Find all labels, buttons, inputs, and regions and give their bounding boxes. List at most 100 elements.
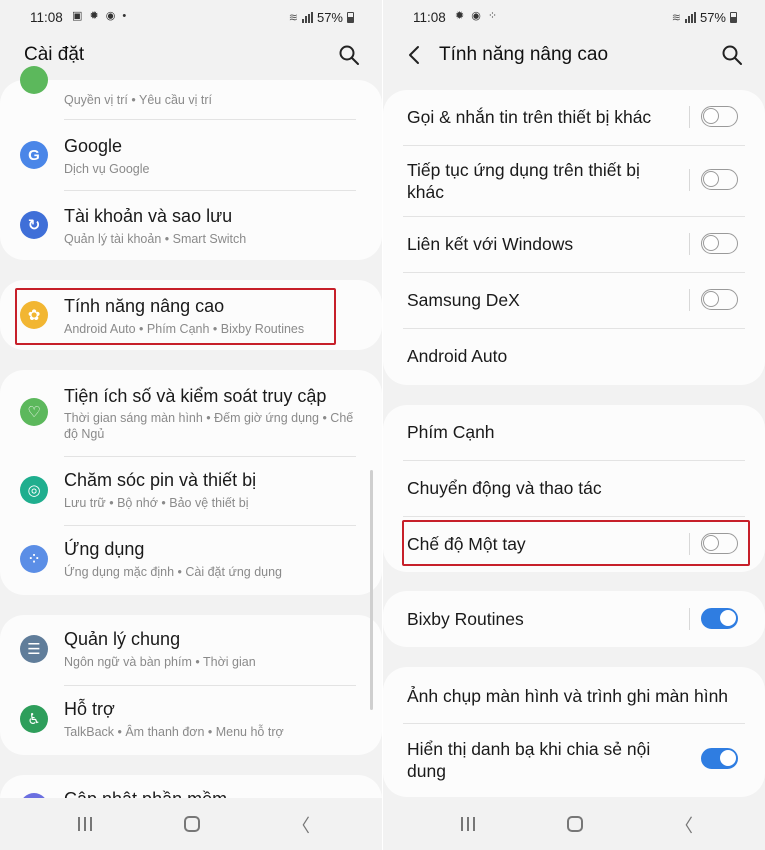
- recent-apps-icon[interactable]: [78, 817, 92, 831]
- wifi-icon: ≋: [288, 12, 298, 24]
- feature-call-text-other-devices[interactable]: Gọi & nhắn tin trên thiết bị khác: [383, 90, 765, 145]
- nav-bar: 〈: [0, 798, 382, 850]
- item-subtitle: Quản lý tài khoản • Smart Switch: [64, 232, 247, 246]
- settings-item-accessibility[interactable]: ♿ Hỗ trợ TalkBack • Âm thanh đơn • Menu …: [0, 685, 382, 755]
- recent-apps-icon[interactable]: [461, 817, 475, 831]
- feature-label: Ảnh chụp màn hình và trình ghi màn hình: [407, 686, 729, 706]
- location-icon: [20, 66, 48, 94]
- feature-label: Liên kết với Windows: [407, 234, 574, 254]
- settings-group-accounts: Quyền vị trí • Yêu cầu vị trí G Google D…: [0, 66, 382, 260]
- item-title: Chăm sóc pin và thiết bị: [64, 470, 257, 490]
- highlight-box: [402, 520, 750, 566]
- settings-group-general: ☰ Quản lý chung Ngôn ngữ và bàn phím • T…: [0, 615, 382, 755]
- back-nav-icon[interactable]: 〈: [292, 812, 310, 838]
- toggle-switch[interactable]: [701, 106, 738, 127]
- home-icon[interactable]: [567, 816, 583, 832]
- page-title: Tính năng nâng cao: [439, 44, 609, 65]
- battery-icon: [730, 12, 737, 23]
- settings-item-digital-wellbeing[interactable]: ♡ Tiện ích số và kiểm soát truy cập Thời…: [0, 370, 382, 456]
- feature-samsung-dex[interactable]: Samsung DeX: [383, 272, 765, 328]
- status-time: 11:08: [413, 10, 446, 25]
- feature-group-bixby: Bixby Routines: [383, 591, 765, 647]
- page-title: Cài đặt: [24, 44, 85, 65]
- toggle-switch[interactable]: [701, 289, 738, 310]
- battery-percent: 57%: [316, 10, 343, 25]
- sync-icon: ↻: [20, 211, 48, 239]
- notification-icons: ✹ ◉ ⁘: [455, 10, 500, 22]
- general-management-icon: ☰: [20, 635, 48, 663]
- item-subtitle: Ứng dụng mặc định • Cài đặt ứng dụng: [64, 565, 283, 579]
- settings-screen: 11:08 ▣ ✹ ◉ • ≋ 57% Cài đặt Quyền vị trí…: [0, 0, 382, 850]
- location-subtitle: Quyền vị trí • Yêu cầu vị trí: [64, 93, 212, 107]
- feature-link-windows[interactable]: Liên kết với Windows: [383, 216, 765, 272]
- advanced-features-screen: 11:08 ✹ ◉ ⁘ ≋ 57% Tính năng nâng cao Gọi…: [383, 0, 765, 850]
- vertical-separator: [689, 289, 690, 311]
- status-right: ≋ 57%: [289, 10, 354, 25]
- feature-android-auto[interactable]: Android Auto: [383, 328, 765, 385]
- feature-label: Hiển thị danh bạ khi chia sẻ nội dung: [407, 739, 651, 781]
- item-subtitle: Thời gian sáng màn hình • Đếm giờ ứng dụ…: [64, 411, 354, 441]
- feature-motions-gestures[interactable]: Chuyển động và thao tác: [383, 460, 765, 516]
- highlight-box: [15, 288, 336, 345]
- back-nav-icon[interactable]: 〈: [675, 812, 693, 838]
- feature-show-contacts-sharing[interactable]: Hiển thị danh bạ khi chia sẻ nội dung: [383, 723, 765, 797]
- feature-group-screen: Ảnh chụp màn hình và trình ghi màn hình …: [383, 667, 765, 797]
- settings-item-device-care[interactable]: ◎ Chăm sóc pin và thiết bị Lưu trữ • Bộ …: [0, 456, 382, 525]
- toggle-switch[interactable]: [701, 233, 738, 254]
- feature-label: Chuyển động và thao tác: [407, 478, 602, 498]
- signal-icon: [301, 12, 313, 23]
- item-subtitle: TalkBack • Âm thanh đơn • Menu hỗ trợ: [64, 725, 284, 739]
- feature-continue-apps[interactable]: Tiếp tục ứng dụng trên thiết bị khác: [383, 145, 765, 216]
- feature-label: Gọi & nhắn tin trên thiết bị khác: [407, 107, 652, 127]
- home-icon[interactable]: [184, 816, 200, 832]
- item-title: Tiện ích số và kiểm soát truy cập: [64, 386, 327, 406]
- feature-bixby-routines[interactable]: Bixby Routines: [383, 591, 765, 647]
- status-time: 11:08: [30, 10, 63, 25]
- item-title: Tài khoản và sao lưu: [64, 206, 233, 226]
- feature-label: Tiếp tục ứng dụng trên thiết bị khác: [407, 160, 640, 202]
- item-subtitle: Ngôn ngữ và bàn phím • Thời gian: [64, 655, 256, 669]
- feature-label: Bixby Routines: [407, 609, 524, 629]
- search-icon[interactable]: [721, 44, 743, 66]
- battery-percent: 57%: [699, 10, 726, 25]
- google-icon: G: [20, 141, 48, 169]
- apps-icon: ⁘: [20, 545, 48, 573]
- feature-label: Android Auto: [407, 346, 508, 366]
- digital-wellbeing-icon: ♡: [20, 398, 48, 426]
- settings-item-google[interactable]: G Google Dịch vụ Google: [0, 120, 382, 190]
- feature-side-key[interactable]: Phím Cạnh: [383, 405, 765, 460]
- status-right: ≋ 57%: [672, 10, 737, 25]
- back-arrow-icon[interactable]: [405, 44, 425, 66]
- vertical-separator: [689, 106, 690, 128]
- feature-group-connections: Gọi & nhắn tin trên thiết bị khác Tiếp t…: [383, 90, 765, 385]
- feature-screenshots-recorder[interactable]: Ảnh chụp màn hình và trình ghi màn hình: [383, 667, 765, 723]
- vertical-separator: [689, 608, 690, 630]
- notification-icons: ▣ ✹ ◉ •: [72, 10, 129, 22]
- vertical-separator: [689, 169, 690, 191]
- nav-bar: 〈: [383, 798, 765, 850]
- search-icon[interactable]: [338, 44, 360, 66]
- item-title: Ứng dụng: [64, 539, 145, 559]
- settings-group-device: ♡ Tiện ích số và kiểm soát truy cập Thời…: [0, 370, 382, 595]
- settings-item-general-management[interactable]: ☰ Quản lý chung Ngôn ngữ và bàn phím • T…: [0, 615, 382, 685]
- item-title: Google: [64, 136, 123, 156]
- signal-icon: [684, 12, 696, 23]
- status-bar: 11:08 ✹ ◉ ⁘ ≋ 57%: [383, 0, 765, 34]
- feature-label: Phím Cạnh: [407, 422, 495, 442]
- app-bar: Cài đặt: [0, 34, 382, 78]
- device-care-icon: ◎: [20, 476, 48, 504]
- settings-item-apps[interactable]: ⁘ Ứng dụng Ứng dụng mặc định • Cài đặt ứ…: [0, 525, 382, 595]
- app-bar: Tính năng nâng cao: [383, 34, 765, 78]
- item-subtitle: Lưu trữ • Bộ nhớ • Bảo vệ thiết bị: [64, 496, 249, 510]
- status-bar: 11:08 ▣ ✹ ◉ • ≋ 57%: [0, 0, 382, 34]
- vertical-separator: [689, 233, 690, 255]
- accessibility-icon: ♿: [20, 705, 48, 733]
- settings-item-location[interactable]: Quyền vị trí • Yêu cầu vị trí: [0, 66, 382, 116]
- toggle-switch[interactable]: [701, 748, 738, 769]
- feature-label: Samsung DeX: [407, 290, 520, 310]
- settings-item-accounts-backup[interactable]: ↻ Tài khoản và sao lưu Quản lý tài khoản…: [0, 190, 382, 260]
- wifi-icon: ≋: [671, 12, 681, 24]
- scrollbar[interactable]: [370, 470, 373, 710]
- toggle-switch[interactable]: [701, 169, 738, 190]
- toggle-switch[interactable]: [701, 608, 738, 629]
